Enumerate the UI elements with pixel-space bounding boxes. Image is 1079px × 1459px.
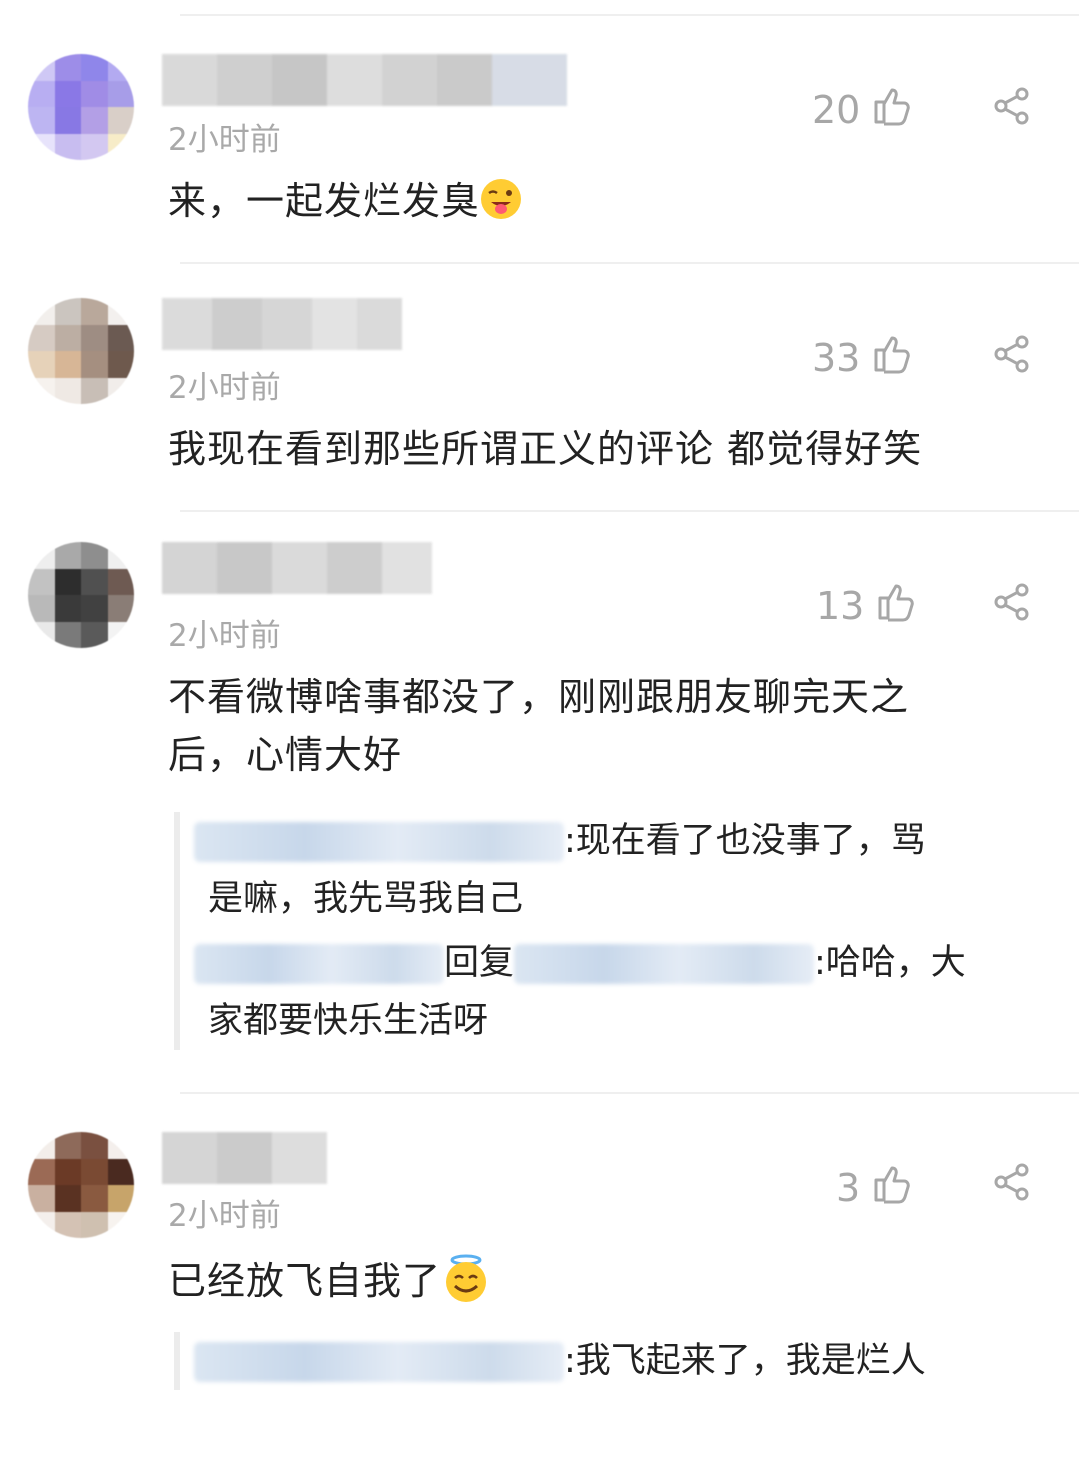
comment-text: 不看微博啥事都没了，刚刚跟朋友聊完天之 后，心情大好: [168, 675, 910, 777]
divider: [180, 1092, 1079, 1094]
reply-thread[interactable]: :我飞起来了，我是烂人: [174, 1332, 1079, 1390]
thumbs-up-icon: [860, 1162, 912, 1213]
reply-target-username-blurred[interactable]: [514, 944, 815, 984]
share-icon[interactable]: [992, 86, 1032, 130]
like-count: 20: [812, 87, 861, 132]
divider: [180, 14, 1079, 16]
username-blurred[interactable]: [162, 1132, 327, 1184]
comment-time: 2小时前: [168, 1198, 281, 1234]
like-button[interactable]: 33: [812, 332, 912, 383]
comment-time: 2小时前: [168, 618, 281, 654]
comment-time: 2小时前: [168, 122, 281, 158]
comment-time: 2小时前: [168, 370, 281, 406]
like-count: 13: [816, 583, 865, 628]
thumbs-up-icon: [864, 580, 916, 631]
avatar[interactable]: [28, 298, 134, 404]
share-icon[interactable]: [992, 1162, 1032, 1206]
like-button[interactable]: 13: [816, 580, 916, 631]
winking-tongue-emoji: [480, 178, 522, 220]
reply-item[interactable]: :我飞起来了，我是烂人: [194, 1332, 1079, 1390]
like-button[interactable]: 3: [836, 1162, 912, 1213]
share-icon[interactable]: [992, 334, 1032, 378]
avatar[interactable]: [28, 542, 134, 648]
reply-username-blurred[interactable]: [194, 944, 444, 984]
comment-text: 我现在看到那些所谓正义的评论 都觉得好笑: [168, 427, 923, 471]
thumbs-up-icon: [860, 84, 912, 135]
divider: [180, 510, 1079, 512]
reply-word: 回复: [444, 943, 515, 983]
thumbs-up-icon: [860, 332, 912, 383]
comment-text: 来，一起发烂发臭: [168, 172, 1028, 230]
comment-text: 已经放飞自我了: [168, 1252, 1028, 1310]
like-count: 33: [812, 335, 861, 380]
halo-smile-emoji: [441, 1254, 491, 1304]
like-count: 3: [836, 1165, 861, 1210]
comment-list: 2小时前 20 来，一起发烂发臭 2小时前 33 我现在看到那些所谓正义的评论 …: [0, 0, 1079, 1459]
username-blurred[interactable]: [162, 298, 402, 350]
username-blurred[interactable]: [162, 54, 567, 106]
reply-username-blurred[interactable]: [194, 822, 564, 862]
like-button[interactable]: 20: [812, 84, 912, 135]
reply-username-blurred[interactable]: [194, 1342, 564, 1382]
divider: [180, 262, 1079, 264]
share-icon[interactable]: [992, 582, 1032, 626]
username-blurred[interactable]: [162, 542, 432, 594]
reply-thread[interactable]: :现在看了也没事了，骂 是嘛，我先骂我自己 回复:哈哈，大 家都要快乐生活呀: [174, 812, 1079, 1050]
reply-item[interactable]: 回复:哈哈，大 家都要快乐生活呀: [194, 934, 1079, 1050]
reply-item[interactable]: :现在看了也没事了，骂 是嘛，我先骂我自己: [194, 812, 1079, 928]
avatar[interactable]: [28, 1132, 134, 1238]
avatar[interactable]: [28, 54, 134, 160]
